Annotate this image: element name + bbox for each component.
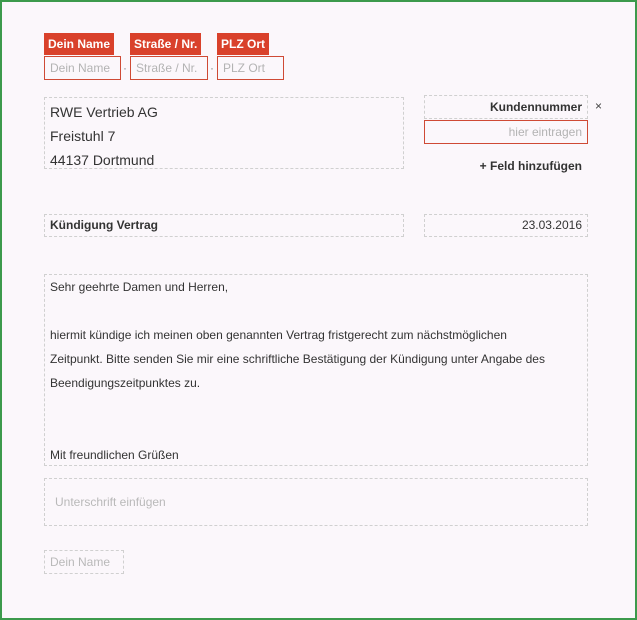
- sender-city-input[interactable]: PLZ Ort: [217, 56, 284, 80]
- recipient-address-box[interactable]: RWE Vertrieb AG Freistuhl 7 44137 Dortmu…: [44, 97, 404, 169]
- remove-field-icon[interactable]: ×: [595, 98, 602, 114]
- sender-street-input[interactable]: Straße / Nr.: [130, 56, 208, 80]
- closing: Mit freundlichen Grüßen: [50, 448, 179, 462]
- add-field-button[interactable]: + Feld hinzufügen: [424, 158, 582, 174]
- letter-body[interactable]: Sehr geehrte Damen und Herren, hiermit k…: [44, 274, 588, 466]
- recipient-line: RWE Vertrieb AG: [50, 104, 158, 120]
- recipient-line: Freistuhl 7: [50, 128, 116, 144]
- signature-field[interactable]: Unterschrift einfügen: [44, 478, 588, 526]
- customer-number-input[interactable]: hier eintragen: [424, 120, 588, 144]
- sender-name-input[interactable]: Dein Name: [44, 56, 121, 80]
- footer-name-field[interactable]: Dein Name: [44, 550, 124, 574]
- recipient-line: 44137 Dortmund: [50, 152, 155, 168]
- subject-field[interactable]: Kündigung Vertrag: [44, 214, 404, 237]
- body-paragraph-line: Zeitpunkt. Bitte senden Sie mir eine sch…: [50, 352, 545, 366]
- letter-editor: Dein Name Straße / Nr. PLZ Ort Dein Name…: [0, 0, 637, 620]
- sender-name-tag: Dein Name: [44, 33, 115, 55]
- sender-separator: ·: [123, 61, 127, 75]
- body-paragraph-line: Beendigungszeitpunktes zu.: [50, 376, 201, 390]
- salutation: Sehr geehrte Damen und Herren,: [50, 280, 229, 294]
- sender-street-tag: Straße / Nr.: [130, 33, 202, 55]
- sender-city-tag: PLZ Ort: [217, 33, 269, 55]
- customer-number-label: Kundennummer: [424, 95, 588, 119]
- date-field[interactable]: 23.03.2016: [424, 214, 588, 237]
- body-paragraph-line: hiermit kündige ich meinen oben genannte…: [50, 328, 507, 342]
- sender-separator: ·: [210, 61, 214, 75]
